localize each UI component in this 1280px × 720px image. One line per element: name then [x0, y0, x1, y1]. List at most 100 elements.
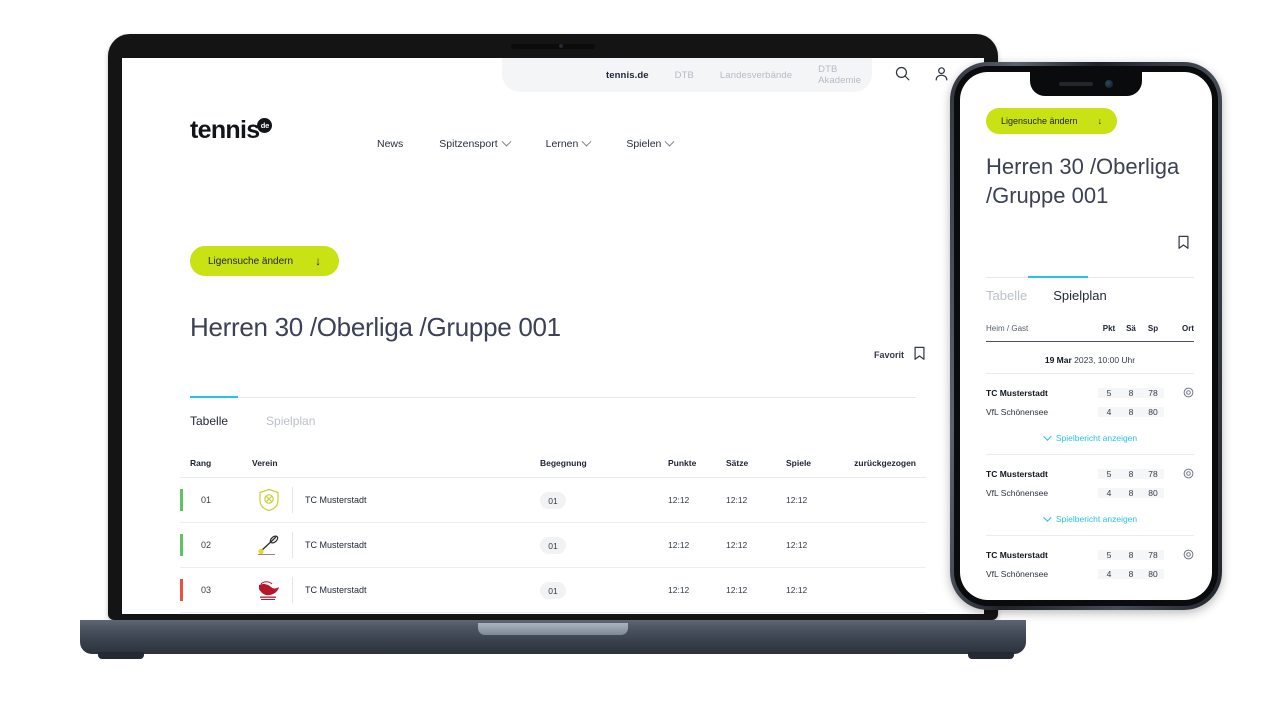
nav-item-spielen[interactable]: Spielen [626, 136, 675, 150]
laptop-device-mockup: tennis.de DTB Landesverbände DTB Akademi… [80, 34, 1026, 659]
laptop-lid: tennis.de DTB Landesverbände DTB Akademi… [108, 34, 998, 620]
nav-item-lernen[interactable]: Lernen [545, 136, 592, 150]
mobile-tab-divider [986, 277, 1194, 278]
match-card[interactable]: TC Musterstadt 5 8 78 VfL Schönensee 4 8… [986, 373, 1194, 454]
club-name: TC Musterstadt [305, 540, 367, 550]
front-camera-icon [1105, 80, 1113, 88]
nav-label: Spitzensport [439, 138, 498, 150]
tab-spielplan[interactable]: Spielplan [266, 414, 315, 428]
crest-divider [292, 532, 293, 558]
away-team-name: VfL Schönensee [986, 487, 1049, 498]
nav-label: Lernen [545, 138, 579, 150]
match-away-row: VfL Schönensee 4 8 80 [986, 402, 1194, 421]
mobile-table-header-row: Heim / Gast Pkt Sä Sp Ort [986, 324, 1194, 342]
match-date-rest: 2023, 10:00 Uhr [1071, 355, 1136, 365]
col-header-sp: Sp [1147, 324, 1159, 333]
laptop-foot-left [98, 652, 144, 659]
away-pkt: 4 [1106, 487, 1112, 498]
speaker-icon [1059, 82, 1093, 86]
match-home-row: TC Musterstadt 5 8 78 [986, 545, 1194, 564]
nav-item-news[interactable]: News [377, 138, 403, 150]
mobile-tab-spielplan[interactable]: Spielplan [1053, 288, 1107, 303]
away-score-group: 4 8 80 [1098, 406, 1164, 417]
tab-tabelle[interactable]: Tabelle [190, 414, 228, 428]
phone-device-mockup: Ligensuche ändern ↓ Herren 30 /Oberliga … [950, 62, 1222, 610]
topbar-link-dtb[interactable]: DTB [675, 70, 694, 81]
match-date-heading: 19 Mar 2023, 10:00 Uhr [986, 346, 1194, 373]
user-icon[interactable] [933, 65, 950, 82]
nav-item-spitzensport[interactable]: Spitzensport [439, 136, 512, 150]
cell-saetze: 12:12 [726, 495, 748, 505]
match-teams: TC Musterstadt 5 8 78 VfL Schönensee 4 8… [986, 545, 1194, 583]
home-score-group: 5 8 78 [1098, 468, 1164, 479]
match-teams: TC Musterstadt 5 8 78 VfL Schönensee 4 8… [986, 383, 1194, 421]
eagle-crest-icon [252, 578, 286, 602]
laptop-base-notch [478, 623, 628, 635]
topbar-link-landesverbaende[interactable]: Landesverbände [720, 70, 792, 81]
home-score-group: 5 8 78 [1098, 387, 1164, 398]
location-target-icon[interactable] [1164, 549, 1194, 560]
show-match-report-link[interactable]: Spielbericht anzeigen [986, 502, 1194, 535]
location-target-icon[interactable] [1164, 468, 1194, 479]
cell-rang: 02 [201, 540, 212, 550]
away-team-name: VfL Schönensee [986, 568, 1049, 579]
shield-crest-icon [252, 488, 286, 512]
tab-list: Tabelle Spielplan [190, 414, 916, 428]
home-sp: 78 [1148, 387, 1158, 398]
mockup-stage: tennis.de DTB Landesverbände DTB Akademi… [0, 0, 1280, 720]
away-sp: 80 [1148, 406, 1158, 417]
home-pkt: 5 [1106, 468, 1112, 479]
away-pkt: 4 [1106, 568, 1112, 579]
cell-saetze: 12:12 [726, 540, 748, 550]
favorite-button[interactable]: Favorit [874, 346, 926, 363]
show-match-report-label: Spielbericht anzeigen [1055, 514, 1138, 524]
col-header-heim: Heim / [986, 324, 1010, 333]
crest-divider [292, 577, 293, 603]
tab-divider [190, 396, 916, 398]
match-home-row: TC Musterstadt 5 8 78 [986, 464, 1194, 483]
mobile-tab-tabelle[interactable]: Tabelle [986, 288, 1027, 303]
home-sa: 8 [1128, 549, 1134, 560]
home-team-name: TC Musterstadt [986, 468, 1048, 479]
col-header-gast: Gast [1009, 324, 1029, 333]
mobile-bookmark-icon[interactable] [1177, 235, 1190, 255]
search-icon[interactable] [894, 65, 911, 82]
primary-nav: News Spitzensport Lernen Spielen [377, 136, 675, 150]
crest-divider [292, 487, 293, 513]
topbar-link-tennisde[interactable]: tennis.de [606, 70, 649, 81]
col-header-rang: Rang [190, 458, 212, 468]
mobile-match-list[interactable]: 19 Mar 2023, 10:00 Uhr TC Musterstadt 5 … [986, 346, 1194, 600]
favorite-label: Favorit [873, 349, 904, 360]
begegnung-chip: 01 [540, 537, 566, 555]
home-score-group: 5 8 78 [1098, 549, 1164, 560]
cell-spiele: 12:12 [786, 585, 808, 595]
nav-label: News [377, 138, 404, 150]
site-logo[interactable]: tennis de [190, 116, 273, 145]
col-header-begegnung: Begegnung [540, 458, 587, 468]
table-row[interactable]: 03 TC Musterstadt 01 12:12 12:12 12:12 [180, 568, 926, 613]
change-league-search-button[interactable]: Ligensuche ändern ↓ [190, 246, 340, 276]
show-match-report-label: Spielbericht anzeigen [1055, 433, 1138, 443]
cell-rang: 03 [201, 585, 212, 595]
away-sp: 80 [1148, 568, 1158, 579]
location-target-icon[interactable] [1164, 387, 1194, 398]
table-row[interactable]: 01 TC Musterstadt 01 12:12 12:12 12:12 [180, 478, 926, 523]
match-card[interactable]: TC Musterstadt 5 8 78 VfL Schönensee 4 8… [986, 535, 1194, 583]
show-match-report-link[interactable]: Spielbericht anzeigen [986, 421, 1194, 454]
match-teams: TC Musterstadt 5 8 78 VfL Schönensee 4 8… [986, 464, 1194, 502]
cell-punkte: 12:12 [668, 495, 690, 505]
away-score-group: 4 8 80 [1098, 487, 1164, 498]
main-navbar: tennis de News Spitzensport Lernen Spiel… [122, 102, 984, 164]
table-row[interactable]: 02 TC Musterstadt 01 12:12 12:12 12:12 [180, 523, 926, 568]
match-date-bold: 19 Mar [1044, 355, 1072, 365]
topbar-link-dtb-akademie[interactable]: DTB Akademie [818, 64, 872, 86]
utility-topbar: tennis.de DTB Landesverbände DTB Akademi… [122, 58, 984, 92]
bookmark-icon [913, 346, 926, 363]
col-header-sa: Sä [1126, 324, 1136, 333]
mobile-change-league-search-label: Ligensuche ändern [1001, 116, 1078, 126]
mobile-change-league-search-button[interactable]: Ligensuche ändern ↓ [986, 108, 1118, 134]
col-header-spiele: Spiele [786, 458, 812, 468]
chevron-down-icon [664, 136, 675, 147]
active-tab-underline [190, 396, 238, 398]
match-card[interactable]: TC Musterstadt 5 8 78 VfL Schönensee 4 8… [986, 454, 1194, 535]
